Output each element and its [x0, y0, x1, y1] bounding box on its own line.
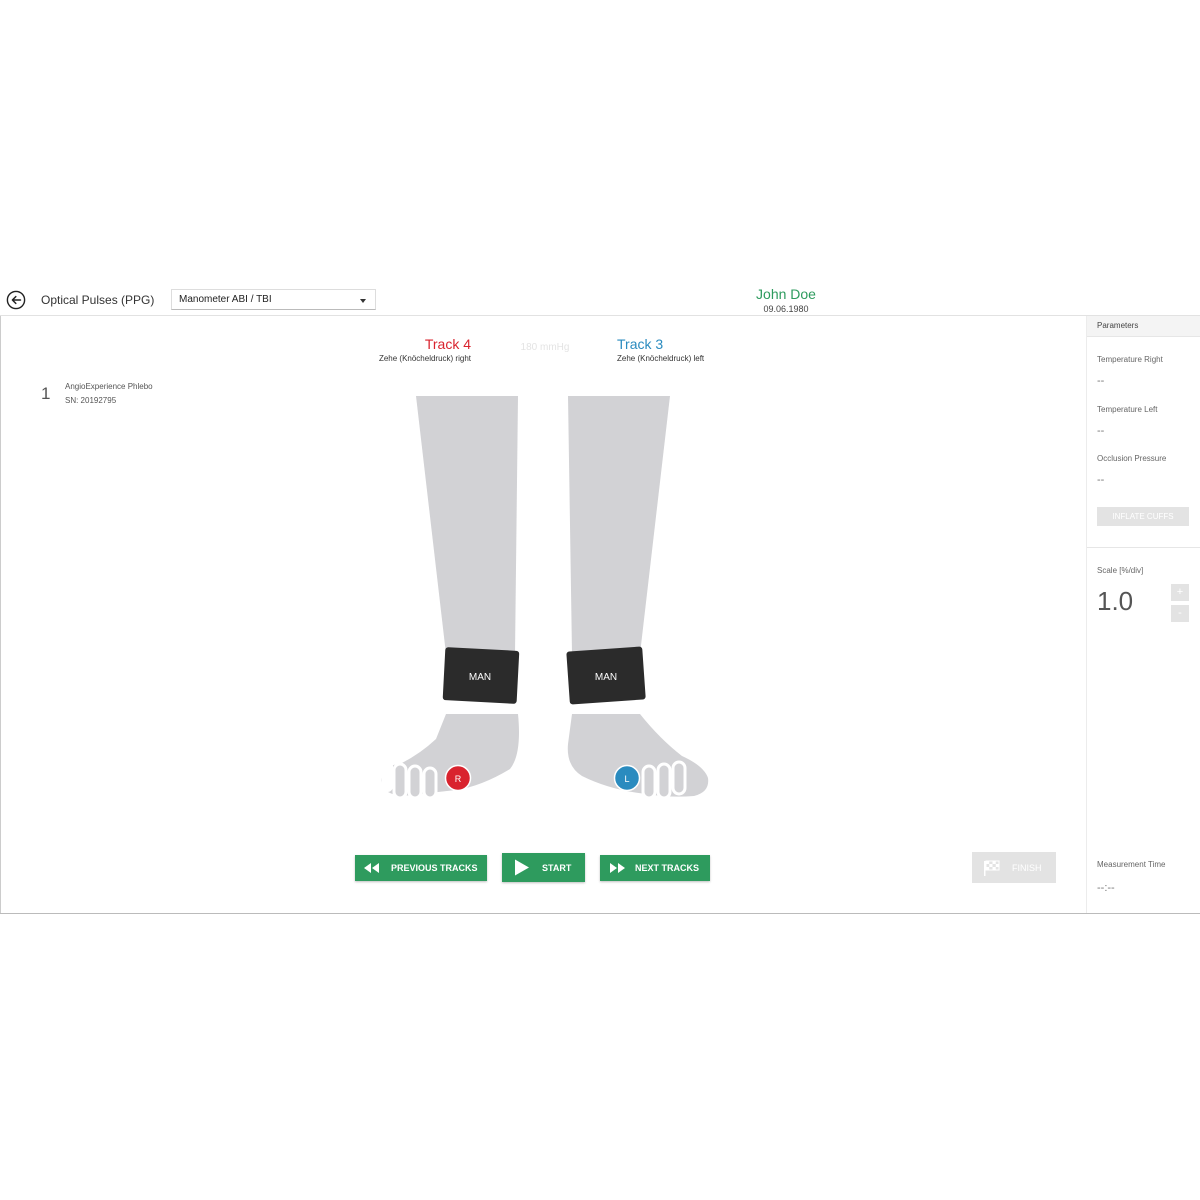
measurement-time-label: Measurement Time [1097, 860, 1166, 869]
play-icon [515, 859, 529, 876]
next-tracks-label: NEXT TRACKS [635, 863, 700, 873]
patient-name[interactable]: John Doe [700, 286, 872, 302]
track-right-subtitle: Zehe (Knöcheldruck) right [378, 354, 471, 363]
temperature-left-label: Temperature Left [1097, 405, 1158, 414]
dropdown-selected-value: Manometer ABI / TBI [179, 294, 272, 305]
temperature-right-value: -- [1097, 375, 1105, 387]
finish-button[interactable]: FINISH [972, 852, 1056, 883]
page-title: Optical Pulses (PPG) [41, 293, 155, 307]
temperature-left-value: -- [1097, 425, 1105, 437]
checkered-flag-icon [984, 860, 1000, 876]
left-toe-sensor[interactable]: L [613, 764, 641, 792]
right-toe-sensor[interactable]: R [444, 764, 472, 792]
temperature-right-label: Temperature Right [1097, 355, 1163, 364]
rewind-icon [364, 863, 379, 873]
previous-tracks-button[interactable]: PREVIOUS TRACKS [355, 855, 487, 881]
right-marker-label: R [455, 774, 462, 784]
right-cuff-label: MAN [469, 672, 491, 683]
mode-dropdown[interactable]: Manometer ABI / TBI [171, 289, 376, 310]
occlusion-pressure-label: Occlusion Pressure [1097, 454, 1167, 463]
fast-forward-icon [610, 863, 625, 873]
parameters-panel: Parameters Temperature Right -- Temperat… [1086, 316, 1200, 913]
right-cuff[interactable]: MAN [442, 647, 520, 704]
bottom-border [0, 913, 1200, 914]
track-right-title: Track 4 [424, 336, 471, 352]
app-window: Optical Pulses (PPG) Manometer ABI / TBI… [0, 286, 1200, 914]
device-serial: SN: 20192795 [65, 396, 117, 405]
measurement-time-value: --:-- [1097, 882, 1115, 894]
left-cuff-label: MAN [595, 672, 617, 683]
inflate-cuffs-button[interactable]: INFLATE CUFFS [1097, 507, 1189, 526]
parameters-title: Parameters [1097, 321, 1139, 330]
scale-increase-button[interactable]: + [1171, 584, 1189, 601]
next-tracks-button[interactable]: NEXT TRACKS [600, 855, 710, 881]
left-border [0, 316, 1, 914]
track-left-subtitle: Zehe (Knöcheldruck) left [617, 354, 705, 363]
previous-tracks-label: PREVIOUS TRACKS [391, 863, 478, 873]
start-label: START [542, 862, 572, 873]
top-bar: Optical Pulses (PPG) Manometer ABI / TBI… [0, 286, 1200, 316]
panel-divider [1087, 547, 1200, 548]
track-right-header: Track 4 Zehe (Knöcheldruck) right [371, 336, 471, 363]
device-name: AngioExperience Phlebo [65, 382, 153, 391]
occlusion-pressure-value: -- [1097, 474, 1105, 486]
left-cuff[interactable]: MAN [566, 646, 646, 705]
legs-illustration: MAN MAN R L [381, 396, 709, 800]
start-button[interactable]: START [502, 853, 585, 882]
scale-value: 1.0 [1097, 586, 1134, 616]
finish-label: FINISH [1012, 862, 1042, 873]
back-arrow-icon[interactable] [6, 290, 26, 310]
left-leg [567, 396, 709, 800]
patient-birthdate: 09.06.1980 [763, 304, 809, 314]
scale-decrease-button[interactable]: - [1171, 605, 1189, 622]
device-number: 1 [41, 384, 51, 403]
track-left-title: Track 3 [617, 336, 664, 352]
target-pressure: 180 mmHg [520, 342, 570, 353]
scale-label: Scale [%/div] [1097, 566, 1144, 575]
chevron-down-icon [360, 299, 366, 303]
left-marker-label: L [624, 774, 629, 784]
parameters-header: Parameters [1087, 316, 1200, 337]
track-left-header: Track 3 Zehe (Knöcheldruck) left [617, 336, 737, 363]
right-leg [381, 396, 519, 800]
